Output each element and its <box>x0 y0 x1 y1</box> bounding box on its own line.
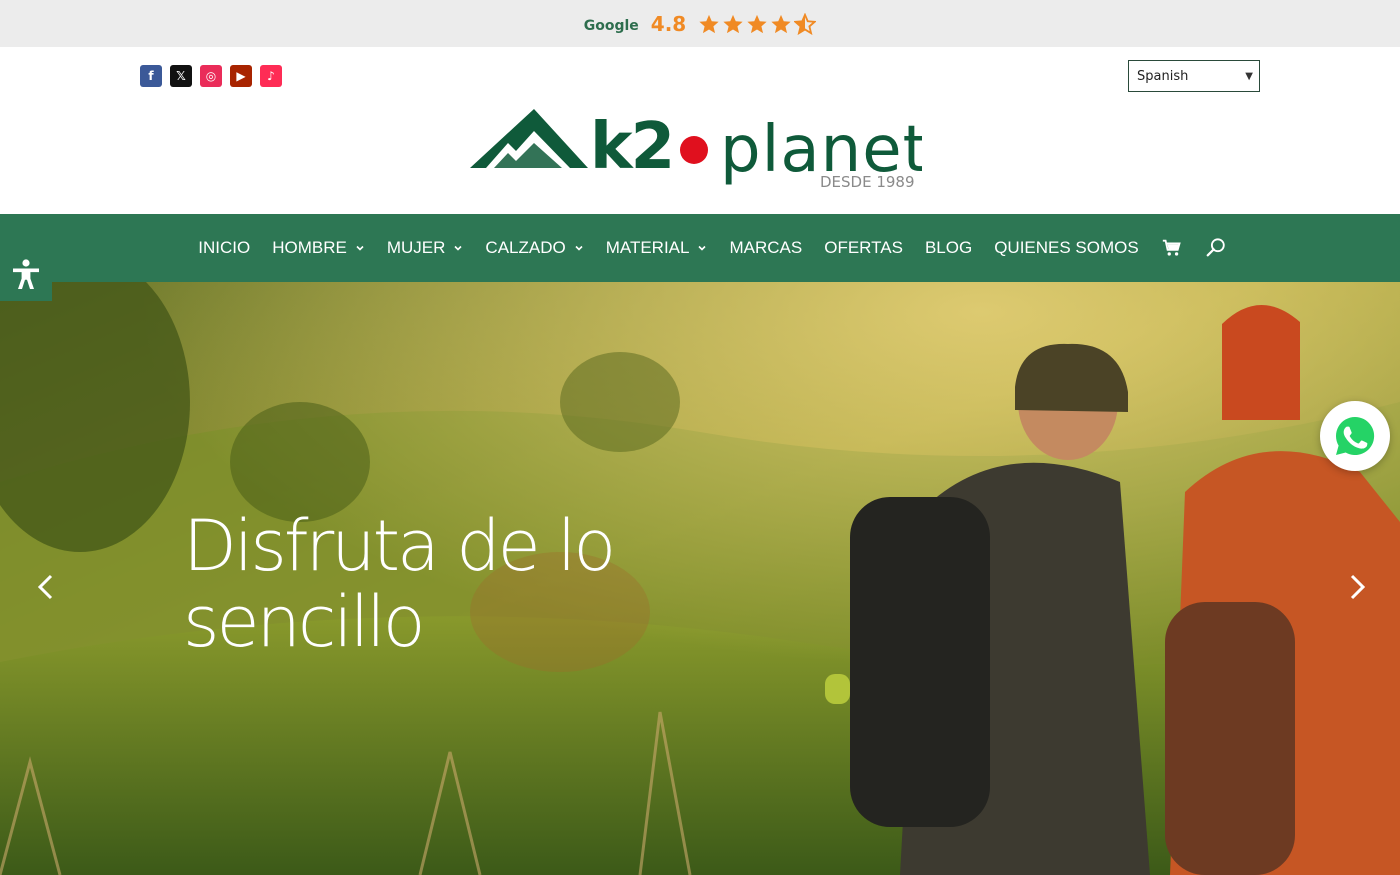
chevron-down-icon <box>575 245 583 251</box>
nav-item-label: BLOG <box>924 238 973 257</box>
star-icon <box>699 14 719 33</box>
previous-slide-arrow-icon[interactable] <box>32 572 62 602</box>
nav-item-label: CALZADO <box>485 238 566 257</box>
nav-item-mujer[interactable]: MUJER <box>387 238 464 258</box>
site-header: f 𝕏 ◎ ▶ ♪ Spanish ▼ k2 planet DESDE 1989 <box>0 47 1400 214</box>
whatsapp-button[interactable] <box>1320 401 1390 471</box>
logo-red-dot <box>680 136 708 164</box>
chevron-down-icon <box>698 245 707 251</box>
cart-icon[interactable] <box>1161 237 1183 259</box>
hero-slider: Disfruta de lo sencillo <box>0 282 1400 875</box>
google-rating-bar[interactable]: Google 4.8 <box>0 0 1400 47</box>
nav-item-label: QUIENES SOMOS <box>994 238 1139 257</box>
language-selected: Spanish <box>1137 68 1189 84</box>
nav-item-label: MARCAS <box>729 238 803 257</box>
nav-item-blog[interactable]: BLOG <box>925 238 972 258</box>
tiktok-icon[interactable]: ♪ <box>260 65 282 87</box>
nav-item-marcas[interactable]: MARCAS <box>729 238 802 258</box>
chevron-down-icon <box>454 245 462 251</box>
nav-item-hombre[interactable]: HOMBRE <box>272 238 365 258</box>
nav-item-label: HOMBRE <box>272 238 347 257</box>
hero-title-line-2: sencillo <box>183 581 426 663</box>
star-icon <box>771 14 791 33</box>
instagram-icon[interactable]: ◎ <box>200 65 222 87</box>
logo-tagline: DESDE 1989 <box>820 173 915 191</box>
accessibility-icon <box>13 259 39 289</box>
chevron-down-icon <box>356 245 364 251</box>
half-star-icon <box>794 12 817 35</box>
hero-title-line-1: Disfruta de lo <box>183 505 616 587</box>
social-links: f 𝕏 ◎ ▶ ♪ <box>140 65 282 87</box>
next-slide-arrow-icon[interactable] <box>1341 572 1371 602</box>
search-icon[interactable] <box>1205 237 1227 259</box>
language-select[interactable]: Spanish ▼ <box>1128 60 1260 92</box>
logo-k2-text: k2 <box>590 110 673 184</box>
chevron-down-icon: ▼ <box>1245 70 1253 82</box>
nav-item-calzado[interactable]: CALZADO <box>485 238 583 258</box>
nav-item-quienes-somos[interactable]: QUIENES SOMOS <box>994 238 1139 258</box>
star-icon <box>747 14 767 33</box>
nav-item-material[interactable]: MATERIAL <box>606 238 708 258</box>
rating-stars <box>698 12 817 35</box>
x-twitter-icon[interactable]: 𝕏 <box>170 65 192 87</box>
accessibility-button[interactable] <box>0 249 52 301</box>
nav-item-label: INICIO <box>198 238 251 257</box>
main-navigation: INICIO HOMBRE MUJER CALZADO MATERIAL MAR… <box>0 214 1400 282</box>
youtube-icon[interactable]: ▶ <box>230 65 252 87</box>
rating-source: Google <box>583 17 639 34</box>
nav-item-label: OFERTAS <box>824 238 903 257</box>
facebook-icon[interactable]: f <box>140 65 162 87</box>
k2-planet-logo[interactable]: k2 planet DESDE 1989 <box>470 109 922 194</box>
nav-item-inicio[interactable]: INICIO <box>198 238 250 258</box>
star-icon <box>723 14 743 33</box>
nav-item-ofertas[interactable]: OFERTAS <box>824 238 903 258</box>
hero-title: Disfruta de lo sencillo <box>183 508 703 660</box>
nav-item-label: MUJER <box>386 238 446 257</box>
nav-item-label: MATERIAL <box>605 238 690 257</box>
whatsapp-icon <box>1335 416 1375 455</box>
rating-value: 4.8 <box>650 11 687 36</box>
